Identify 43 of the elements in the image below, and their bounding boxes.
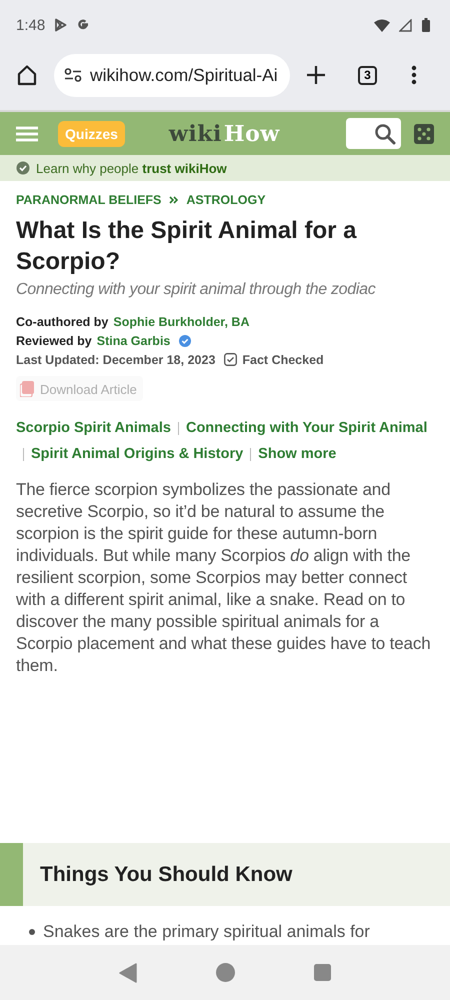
- coauthor-link[interactable]: Sophie Burkholder, BA: [113, 314, 250, 328]
- reviewer-link[interactable]: Stina Garbis: [96, 334, 170, 348]
- back-icon[interactable]: [119, 962, 138, 982]
- search-icon[interactable]: [374, 122, 396, 144]
- coauthor-label: Co-authored by: [16, 314, 108, 328]
- checkbox-icon: [224, 353, 238, 366]
- breadcrumb-link[interactable]: ASTROLOGY: [186, 193, 266, 207]
- tab-count-button[interactable]: 3: [358, 66, 377, 84]
- dice-icon[interactable]: [414, 124, 434, 144]
- status-time: 1:48: [16, 16, 46, 34]
- bullet-text: Snakes are the primary spiritual animals for: [43, 921, 370, 943]
- google-icon: [76, 18, 90, 32]
- pdf-icon: [20, 381, 34, 397]
- site-logo[interactable]: wikiHow: [168, 120, 280, 146]
- url-text: wikihow.com/Spiritual-Ai: [90, 64, 278, 86]
- reviewer-label: Reviewed by: [16, 334, 92, 348]
- recents-icon[interactable]: [314, 964, 331, 981]
- play-store-icon: [54, 18, 68, 32]
- battery-icon: [422, 18, 430, 32]
- last-updated: Last Updated: December 18, 2023: [16, 352, 216, 366]
- breadcrumb-separator-icon: [169, 196, 178, 204]
- signal-icon: [399, 18, 413, 32]
- new-tab-icon[interactable]: [306, 65, 326, 85]
- breadcrumb-link[interactable]: PARANORMAL BELIEFS: [16, 193, 162, 207]
- table-of-contents-link[interactable]: Scorpio Spirit Animals: [16, 419, 171, 437]
- fact-checked-label: Fact Checked: [242, 352, 324, 366]
- more-menu-icon[interactable]: [411, 65, 417, 85]
- intro-paragraph: The fierce scorpion symbolizes the passionate and secretive Scorpio, so it’d be natural to assume the scorpion is the spirit guide for these autumn-born individuals. But while many Scorpios do align with the resilient scorpion, some Scorpios may better connect with a different spirit animal, like a snake. Read on to discover the many possible spiritual animals for a Scorpio placement and what these guides have to teach them.: [16, 479, 432, 677]
- bullet-icon: [29, 929, 35, 935]
- home-icon[interactable]: [16, 64, 38, 86]
- verified-badge-icon: [16, 161, 30, 175]
- section-accent-bar: [0, 843, 23, 906]
- site-settings-icon[interactable]: [64, 68, 82, 82]
- table-of-contents-link[interactable]: Connecting with Your Spirit Animal: [186, 419, 428, 437]
- address-bar[interactable]: wikihow.com/Spiritual-Ai: [54, 54, 290, 96]
- home-button-icon[interactable]: [216, 963, 235, 982]
- table-of-contents-link[interactable]: Spirit Animal Origins & History: [31, 445, 244, 463]
- table-of-contents-link[interactable]: Show more: [258, 445, 336, 463]
- search-field[interactable]: [346, 118, 401, 149]
- article-subtitle: Connecting with your spirit animal through the zodiac: [16, 281, 376, 299]
- wifi-icon: [374, 18, 390, 32]
- section-title: Things You Should Know: [40, 862, 292, 886]
- article-title: What Is the Spirit Animal for a Scorpio?: [16, 216, 358, 277]
